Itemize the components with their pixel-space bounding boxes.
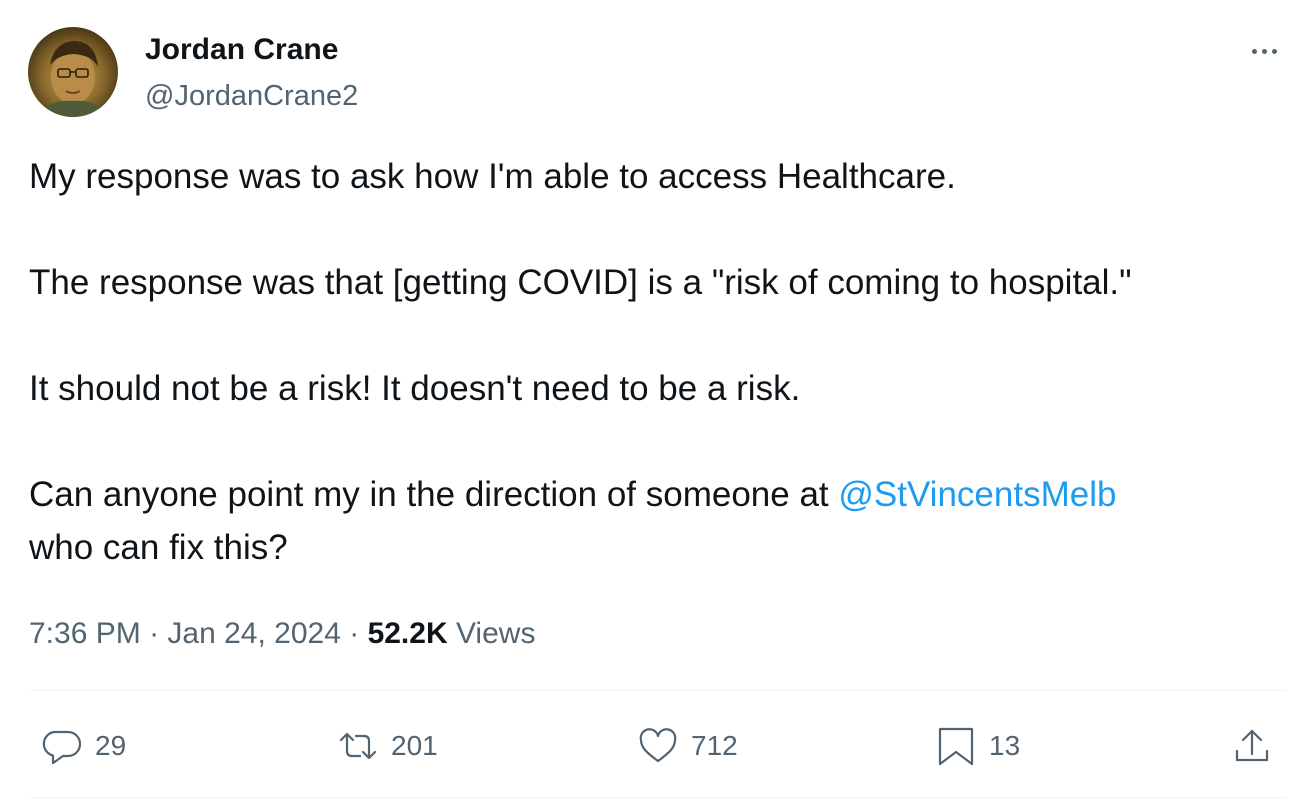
views-label: Views: [447, 617, 536, 650]
tweet-paragraph: My response was to ask how I'm able to a…: [29, 157, 956, 196]
more-horizontal-icon: [1251, 48, 1257, 54]
tweet-time[interactable]: 7:36 PM: [29, 617, 141, 650]
tweet-paragraph: It should not be a risk! It doesn't need…: [29, 369, 801, 408]
share-button[interactable]: [1230, 722, 1274, 770]
divider: [29, 797, 1286, 798]
author-name[interactable]: Jordan Crane: [145, 30, 338, 70]
bookmark-count: 13: [989, 730, 1021, 761]
author-handle[interactable]: @JordanCrane2: [145, 76, 358, 116]
retweet-icon: [339, 732, 377, 760]
tweet-paragraph: The response was that [getting COVID] is…: [29, 263, 1132, 302]
reply-button[interactable]: 29: [40, 722, 126, 770]
reply-count: 29: [95, 730, 127, 761]
share-icon: [1235, 729, 1269, 762]
tweet-text-segment: who can fix this?: [29, 528, 288, 567]
views-count[interactable]: 52.2K: [368, 617, 448, 650]
reply-icon: [42, 730, 82, 765]
avatar-photo: [38, 41, 108, 117]
retweet-button[interactable]: 201: [336, 722, 438, 770]
bookmark-icon: [938, 727, 974, 766]
more-horizontal-icon-dot: [1271, 48, 1277, 54]
tweet-card: Jordan Crane @JordanCrane2 My response w…: [0, 0, 1302, 800]
retweet-count: 201: [391, 730, 438, 761]
tweet-text: My response was to ask how I'm able to a…: [29, 150, 1279, 574]
tweet-paragraph: Can anyone point my in the direction of …: [29, 468, 1279, 574]
more-options-button[interactable]: [1244, 36, 1284, 66]
avatar[interactable]: [28, 27, 118, 117]
like-button[interactable]: 712: [636, 722, 738, 770]
mention-link[interactable]: @StVincentsMelb: [838, 475, 1116, 514]
meta-separator: ·: [140, 617, 168, 650]
heart-icon: [639, 728, 677, 763]
more-horizontal-icon-dot: [1261, 48, 1267, 54]
tweet-text-segment: Can anyone point my in the direction of …: [29, 475, 839, 514]
like-count: 712: [691, 730, 738, 761]
tweet-date[interactable]: Jan 24, 2024: [167, 617, 340, 650]
meta-separator: ·: [340, 617, 368, 650]
tweet-meta: 7:36 PM · Jan 24, 2024 · 52.2K Views: [29, 613, 535, 655]
bookmark-button[interactable]: 13: [934, 722, 1020, 770]
divider: [29, 690, 1286, 691]
